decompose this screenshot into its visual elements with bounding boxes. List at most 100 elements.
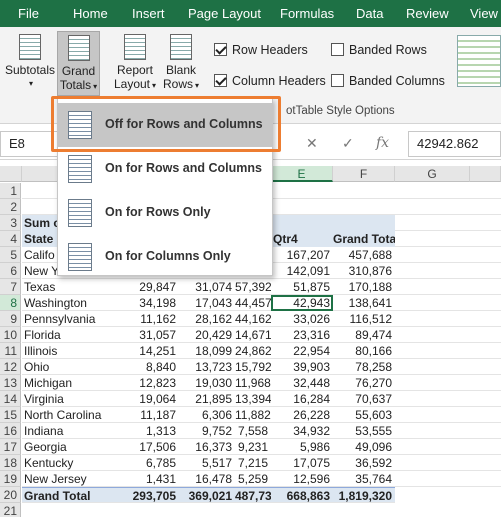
qtr4-header-cell[interactable]: Qtr4	[271, 231, 333, 247]
row-header[interactable]: 21	[0, 503, 21, 517]
tab-home[interactable]: Home	[73, 0, 108, 27]
row-header[interactable]: 15	[0, 407, 21, 423]
qtr4-cell[interactable]: 26,228	[271, 407, 333, 423]
qtr1-cell[interactable]: 11,162	[123, 311, 179, 327]
row-header[interactable]: 5	[0, 247, 21, 263]
subtotals-button[interactable]: Subtotals ▾	[4, 31, 56, 96]
enter-icon[interactable]: ✓	[342, 135, 354, 152]
qtr2-cell[interactable]: 21,895	[179, 391, 235, 407]
tab-data[interactable]: Data	[356, 0, 383, 27]
row-header[interactable]: 3	[0, 215, 21, 231]
row-header[interactable]: 14	[0, 391, 21, 407]
row-header[interactable]: 16	[0, 423, 21, 439]
tab-page-layout[interactable]: Page Layout	[188, 0, 261, 27]
qtr1-cell[interactable]: 29,847	[123, 279, 179, 295]
row-header[interactable]: 17	[0, 439, 21, 455]
grand-total-cell[interactable]: 36,592	[333, 455, 395, 471]
qtr3-cell[interactable]: 11,882	[235, 407, 271, 423]
qtr3-cell[interactable]: 9,231	[235, 439, 271, 455]
menu-item-on-rows-columns[interactable]: On for Rows and Columns	[58, 147, 272, 191]
tab-view[interactable]: View	[470, 0, 498, 27]
cancel-icon[interactable]: ✕	[306, 135, 318, 152]
qtr3-cell[interactable]: 7,215	[235, 455, 271, 471]
qtr4-cell[interactable]: 16,284	[271, 391, 333, 407]
qtr2-cell[interactable]: 19,030	[179, 375, 235, 391]
grand-total-cell[interactable]: 70,637	[333, 391, 395, 407]
qtr4-cell[interactable]: 51,875	[271, 279, 333, 295]
col-header-g[interactable]: G	[395, 166, 470, 182]
state-cell[interactable]: Kentucky	[22, 455, 123, 471]
state-cell[interactable]: North Carolina	[22, 407, 123, 423]
row-header[interactable]: 4	[0, 231, 21, 247]
qtr4-cell[interactable]: 17,075	[271, 455, 333, 471]
grand-total-qtr4-cell[interactable]: 668,863	[271, 488, 333, 504]
menu-item-on-columns-only[interactable]: On for Columns Only	[58, 235, 272, 279]
state-cell[interactable]: Indiana	[22, 423, 123, 439]
tab-formulas[interactable]: Formulas	[280, 0, 334, 27]
active-cell-e8[interactable]: 42,943	[271, 295, 333, 311]
banded-rows-checkbox[interactable]: Banded Rows	[331, 43, 427, 57]
menu-item-on-rows-only[interactable]: On for Rows Only	[58, 191, 272, 235]
qtr3-cell[interactable]: 7,558	[235, 423, 271, 439]
qtr3-cell[interactable]: 11,968	[235, 375, 271, 391]
grand-totals-button[interactable]: Grand Totals ▾	[57, 31, 100, 96]
col-header-e[interactable]: E	[271, 166, 333, 182]
grand-total-cell[interactable]: 35,764	[333, 471, 395, 487]
row-header[interactable]: 13	[0, 375, 21, 391]
tab-review[interactable]: Review	[406, 0, 449, 27]
col-header-h[interactable]	[470, 166, 501, 182]
row-header[interactable]: 12	[0, 359, 21, 375]
grand-total-label-cell[interactable]: Grand Total	[22, 488, 123, 504]
grand-total-cell[interactable]: 457,688	[333, 247, 395, 263]
qtr1-cell[interactable]: 8,840	[123, 359, 179, 375]
formula-input[interactable]: 42942.862	[408, 131, 501, 157]
grand-total-cell[interactable]: 89,474	[333, 327, 395, 343]
state-cell[interactable]: Ohio	[22, 359, 123, 375]
grand-total-overall-cell[interactable]: 1,819,320	[333, 488, 395, 504]
qtr2-cell[interactable]: 17,043	[179, 295, 235, 311]
qtr2-cell[interactable]: 28,162	[179, 311, 235, 327]
grand-total-cell[interactable]: 49,096	[333, 439, 395, 455]
pivot-header-cell[interactable]	[333, 215, 395, 231]
row-header[interactable]: 18	[0, 455, 21, 471]
row-header[interactable]: 19	[0, 471, 21, 487]
qtr3-cell[interactable]: 13,394	[235, 391, 271, 407]
row-header[interactable]: 20	[0, 487, 21, 503]
grand-total-qtr2-cell[interactable]: 369,021	[179, 488, 235, 504]
qtr4-cell[interactable]: 33,026	[271, 311, 333, 327]
qtr4-cell[interactable]: 142,091	[271, 263, 333, 279]
tab-insert[interactable]: Insert	[132, 0, 165, 27]
qtr3-cell[interactable]: 44,162	[235, 311, 271, 327]
qtr2-cell[interactable]: 9,752	[179, 423, 235, 439]
qtr1-cell[interactable]: 17,506	[123, 439, 179, 455]
report-layout-button[interactable]: Report Layout ▾	[112, 31, 158, 96]
state-cell[interactable]: New Jersey	[22, 471, 123, 487]
tab-file[interactable]: File	[18, 0, 39, 27]
state-cell[interactable]: Pennsylvania	[22, 311, 123, 327]
qtr4-cell[interactable]: 12,596	[271, 471, 333, 487]
qtr1-cell[interactable]: 19,064	[123, 391, 179, 407]
qtr3-cell[interactable]: 44,457	[235, 295, 271, 311]
col-header-f[interactable]: F	[333, 166, 395, 182]
qtr1-cell[interactable]: 12,823	[123, 375, 179, 391]
qtr4-cell[interactable]: 167,207	[271, 247, 333, 263]
qtr2-cell[interactable]: 6,306	[179, 407, 235, 423]
state-cell[interactable]: Illinois	[22, 343, 123, 359]
qtr2-cell[interactable]: 13,723	[179, 359, 235, 375]
grand-total-cell[interactable]: 53,555	[333, 423, 395, 439]
qtr3-cell[interactable]: 5,259	[235, 471, 271, 487]
column-headers-checkbox[interactable]: Column Headers	[214, 74, 326, 88]
qtr1-cell[interactable]: 6,785	[123, 455, 179, 471]
qtr4-cell[interactable]: 5,986	[271, 439, 333, 455]
row-header[interactable]: 8	[0, 295, 21, 311]
row-header[interactable]: 2	[0, 199, 21, 215]
qtr1-cell[interactable]: 11,187	[123, 407, 179, 423]
qtr2-cell[interactable]: 18,099	[179, 343, 235, 359]
qtr1-cell[interactable]: 31,057	[123, 327, 179, 343]
grand-total-cell[interactable]: 310,876	[333, 263, 395, 279]
qtr1-cell[interactable]: 14,251	[123, 343, 179, 359]
qtr2-cell[interactable]: 5,517	[179, 455, 235, 471]
qtr4-cell[interactable]: 22,954	[271, 343, 333, 359]
pivot-header-cell[interactable]	[271, 215, 333, 231]
grand-total-cell[interactable]: 78,258	[333, 359, 395, 375]
